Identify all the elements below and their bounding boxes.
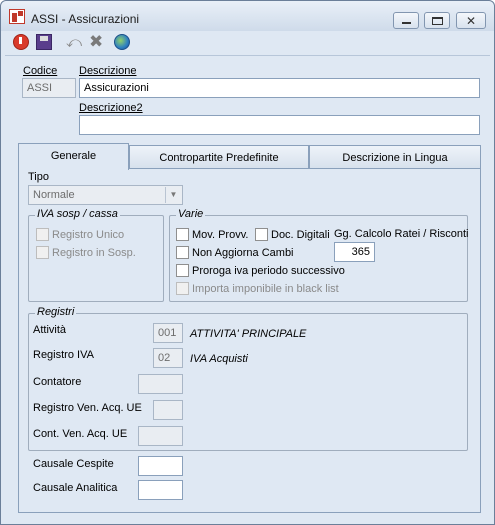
causale-cespite-input[interactable] [138,456,183,476]
importa-imponibile-label: Importa imponibile in black list [192,283,339,295]
registri-title: Registri [35,306,77,318]
maximize-icon [432,17,443,25]
registro-unico-label: Registro Unico [52,229,125,241]
cont-ven-label: Cont. Ven. Acq. UE [33,428,128,440]
proroga-iva-checkbox[interactable] [176,264,189,277]
descrizione-label: Descrizione [79,65,137,77]
causale-cespite-label: Causale Cespite [33,458,114,470]
proroga-iva-label: Proroga iva periodo successivo [192,265,345,277]
causale-analitica-input[interactable] [138,480,183,500]
maximize-button[interactable] [424,12,450,29]
registro-ven-field [153,400,183,420]
descrizione2-label: Descrizione2 [79,102,143,114]
save-icon[interactable] [36,34,52,50]
tipo-select: Normale ▼ [28,185,183,205]
registro-unico-checkbox[interactable] [36,228,49,241]
non-aggiorna-cambi-label: Non Aggiorna Cambi [192,247,294,259]
app-logo-icon [9,9,25,24]
toolbar-divider [5,55,490,56]
registro-iva-code-field: 02 [153,348,183,368]
importa-imponibile-checkbox[interactable] [176,282,189,295]
mov-provv-label: Mov. Provv. [192,229,249,241]
mov-provv-checkbox[interactable] [176,228,189,241]
toolbar: ⤺ ✖ [5,31,490,56]
tab-contropartite[interactable]: Contropartite Predefinite [129,145,309,169]
attivita-label: Attività [33,324,67,336]
codice-field: ASSI [22,78,76,98]
attivita-code-field: 001 [153,323,183,343]
registro-iva-description: IVA Acquisti [190,353,248,365]
minimize-button[interactable] [393,12,419,29]
gg-calcolo-input[interactable]: 365 [334,242,375,262]
tab-descrizione-lingua[interactable]: Descrizione in Lingua [309,145,481,169]
globe-icon[interactable] [114,34,130,50]
close-icon: ✕ [466,14,477,28]
tipo-value: Normale [33,189,75,201]
title-bar[interactable]: ASSI - Assicurazioni ✕ [1,1,494,31]
codice-label: Codice [23,65,58,77]
non-aggiorna-cambi-checkbox[interactable] [176,246,189,259]
doc-digitali-checkbox[interactable] [255,228,268,241]
contatore-field [138,374,183,394]
undo-icon[interactable]: ⤺ [66,34,82,50]
close-button[interactable]: ✕ [456,12,486,29]
power-icon[interactable] [13,34,29,50]
descrizione-input[interactable]: Assicurazioni [79,78,480,98]
registro-iva-label: Registro IVA [33,349,94,361]
descrizione2-input[interactable] [79,115,480,135]
tab-generale[interactable]: Generale [18,143,129,170]
registro-ven-label: Registro Ven. Acq. UE [33,402,142,414]
registro-sosp-checkbox[interactable] [36,246,49,259]
window-title: ASSI - Assicurazioni [31,12,140,26]
attivita-description: ATTIVITA' PRINCIPALE [190,328,307,340]
registro-sosp-label: Registro in Sosp. [52,247,136,259]
cont-ven-field [138,426,183,446]
tipo-label: Tipo [28,171,49,183]
varie-title: Varie [176,208,206,220]
doc-digitali-label: Doc. Digitali [271,229,330,241]
gg-calcolo-label: Gg. Calcolo Ratei / Risconti [334,228,469,240]
causale-analitica-label: Causale Analitica [33,482,118,494]
contatore-label: Contatore [33,376,82,388]
iva-sosp-title: IVA sosp / cassa [35,208,120,220]
minimize-icon [402,22,411,24]
assi-window: ASSI - Assicurazioni ✕ ⤺ ✖ Codice ASSI D… [0,0,495,525]
delete-icon[interactable]: ✖ [89,34,105,51]
chevron-down-icon: ▼ [165,187,181,203]
